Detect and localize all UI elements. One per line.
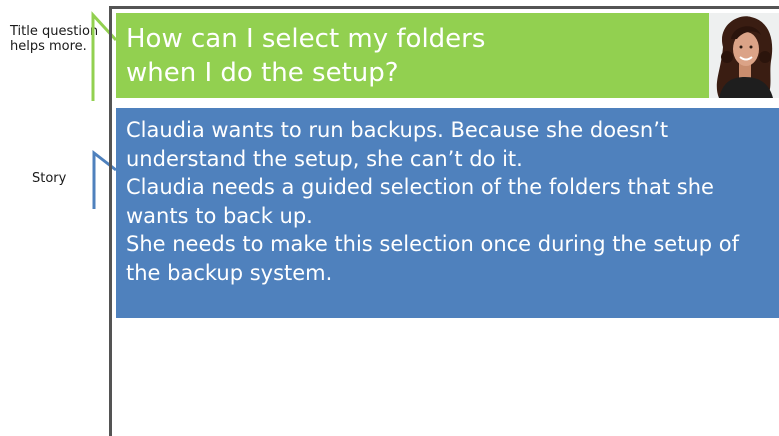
story-line: Claudia needs a guided selection of the … [126, 175, 714, 228]
annotation-brackets [91, 11, 118, 209]
story-line: She needs to make this selection once du… [126, 232, 739, 285]
story-text: Claudia wants to run backups. Because sh… [126, 116, 776, 287]
story-line: Claudia wants to run backups. Because sh… [126, 118, 669, 171]
title-card: How can I select my folders when I do th… [116, 13, 779, 98]
avatar [709, 13, 779, 98]
story-card: Claudia wants to run backups. Because sh… [116, 108, 779, 318]
card-title: How can I select my folders when I do th… [126, 24, 486, 88]
woman-portrait-icon [709, 13, 779, 98]
